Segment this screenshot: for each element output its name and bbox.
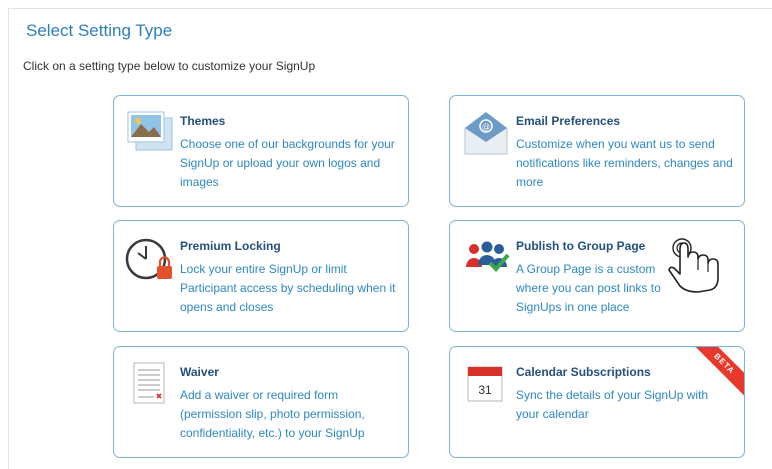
card-description: Choose one of our backgrounds for your S… [180,137,395,189]
calendar-icon: 31 [467,366,503,402]
card-title: Themes [180,114,226,128]
card-description: Add a waiver or required form (permissio… [180,388,365,440]
card-title: Publish to Group Page [516,239,646,253]
calendar-day: 31 [478,383,492,397]
card-title: Calendar Subscriptions [516,365,651,379]
card-title: Email Preferences [516,114,621,128]
card-description: Lock your entire SignUp or limit Partici… [180,262,396,314]
card-description-line: SignUps in one place [516,300,630,314]
email-envelope-icon: @ [464,112,508,155]
setting-card-premium-locking[interactable]: Premium Locking Lock your entire SignUp … [113,220,409,332]
card-description: Sync the details of your SignUp with you… [516,388,709,421]
clock-lock-icon [125,238,172,280]
card-description: Customize when you want us to send notif… [516,137,733,189]
setting-card-email-preferences[interactable]: @ Email Preferences Customize when you w… [449,95,745,207]
page-title: Select Setting Type [26,21,173,40]
card-title: Waiver [180,365,219,379]
svg-text:@: @ [482,122,490,131]
setting-card-calendar-subscriptions[interactable]: 31 Calendar Subscriptions Sync the detai… [449,346,745,458]
group-people-icon [466,241,510,272]
card-title: Premium Locking [180,239,281,253]
setting-card-waiver[interactable]: Waiver Add a waiver or required form (pe… [113,346,409,458]
themes-image-icon [127,111,173,151]
setting-card-themes[interactable]: Themes Choose one of our backgrounds for… [113,95,409,207]
hand-pointer-icon [668,238,719,293]
page-subtitle: Click on a setting type below to customi… [23,59,316,73]
document-waiver-icon [133,362,165,404]
